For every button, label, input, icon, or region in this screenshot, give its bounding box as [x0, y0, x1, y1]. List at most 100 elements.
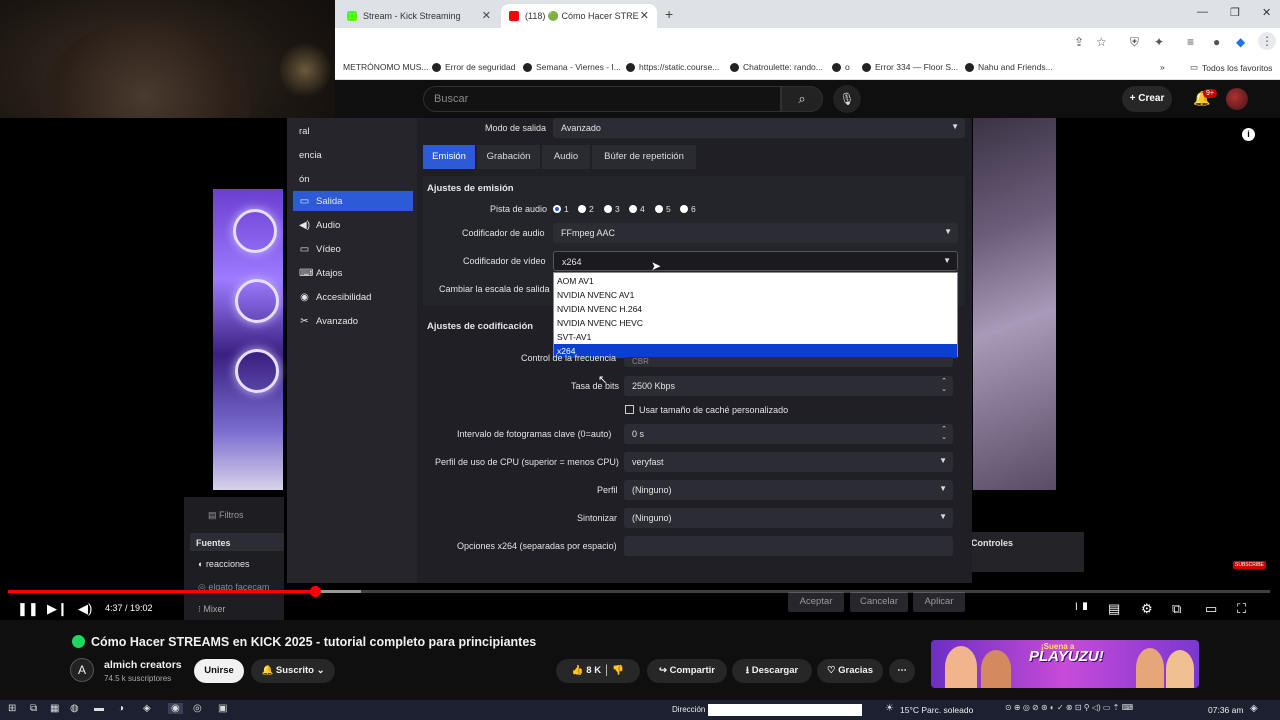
- sidebar-item-stream[interactable]: encia: [293, 145, 413, 165]
- folder-icon[interactable]: ▬: [94, 703, 104, 714]
- video-encoder-select[interactable]: x264 ▼: [553, 251, 958, 271]
- search-input[interactable]: Buscar: [423, 86, 781, 112]
- cancel-button[interactable]: Cancelar: [850, 592, 908, 612]
- dropdown-option[interactable]: NVIDIA NVENC H.264: [554, 302, 957, 316]
- dropdown-option[interactable]: NVIDIA NVENC AV1: [554, 288, 957, 302]
- rate-control-select[interactable]: CBR: [624, 357, 953, 367]
- sidebar-item-accessibility[interactable]: ◉ Accesibilidad: [293, 287, 413, 307]
- accept-button[interactable]: Aceptar: [788, 592, 844, 612]
- theater-mode-icon[interactable]: ▭: [1205, 601, 1217, 617]
- thanks-button[interactable]: ♡ Gracias: [817, 659, 883, 683]
- obs-icon[interactable]: ◎: [193, 703, 202, 714]
- create-button[interactable]: + Crear: [1122, 86, 1172, 112]
- scrubber-handle[interactable]: [310, 586, 321, 597]
- audio-encoder-select[interactable]: FFmpeg AAC ▼: [553, 223, 958, 243]
- autoplay-toggle[interactable]: ⏽▮: [1072, 601, 1089, 614]
- windows-start-icon[interactable]: ⊞: [8, 703, 16, 714]
- pause-icon[interactable]: ❚❚: [17, 601, 39, 617]
- avatar[interactable]: [1226, 88, 1248, 110]
- sidebar-item-video[interactable]: ▭ Vídeo: [293, 239, 413, 259]
- audio-track-radio[interactable]: 1: [553, 204, 569, 214]
- edge-icon[interactable]: ◍: [70, 703, 79, 714]
- dropdown-option[interactable]: SVT-AV1: [554, 330, 957, 344]
- like-dislike-group[interactable]: 👍 8 K │ 👎: [556, 659, 640, 683]
- weather-text[interactable]: 15°C Parc. soleado: [900, 705, 973, 715]
- close-icon[interactable]: ✕: [482, 9, 491, 22]
- more-actions-button[interactable]: ⋯: [889, 659, 915, 683]
- menu-kebab-icon[interactable]: ⋮: [1258, 32, 1276, 50]
- chrome-icon[interactable]: ◉: [168, 703, 183, 714]
- tune-select[interactable]: (Ninguno) ▼: [624, 508, 953, 528]
- profile-icon[interactable]: ●: [1213, 35, 1220, 49]
- sidebar-item-hotkeys[interactable]: ⌨ Atajos: [293, 263, 413, 283]
- bookmark-item[interactable]: Error 334 — Floor S...: [862, 62, 958, 72]
- download-button[interactable]: ⭳ Descargar: [732, 659, 812, 683]
- audio-track-radio[interactable]: 4: [629, 204, 645, 214]
- cpu-preset-select[interactable]: veryfast ▼: [624, 452, 953, 472]
- bookmark-item[interactable]: METRÓNOMO MUS...: [343, 62, 428, 72]
- sidebar-item-general[interactable]: ral: [293, 121, 413, 141]
- ad-banner[interactable]: ¡Suena a PLAYUZU!: [931, 640, 1199, 688]
- bitrate-spinbox[interactable]: 2500 Kbps ⌃ ⌄: [624, 376, 953, 396]
- cast-icon[interactable]: ⇪: [1074, 35, 1084, 49]
- close-window-icon[interactable]: ✕: [1262, 6, 1271, 19]
- close-icon[interactable]: ✕: [640, 9, 649, 22]
- new-tab-icon[interactable]: +: [665, 6, 673, 22]
- audio-track-radio[interactable]: 5: [655, 204, 671, 214]
- audio-track-radio[interactable]: 3: [604, 204, 620, 214]
- dropdown-option[interactable]: AOM AV1: [554, 274, 957, 288]
- subtitles-icon[interactable]: ▤: [1108, 601, 1120, 617]
- bookmark-item[interactable]: Chatroulette: rando...: [730, 62, 823, 72]
- apply-button[interactable]: Aplicar: [913, 592, 965, 612]
- sidebar-item-advanced[interactable]: ✂ Avanzado: [293, 311, 413, 331]
- spin-arrows-icon[interactable]: ⌃ ⌄: [941, 378, 947, 394]
- keyframe-spinbox[interactable]: 0 s ⌃ ⌄: [624, 424, 953, 444]
- maximize-icon[interactable]: ❐: [1230, 6, 1240, 19]
- sidebar-item-output[interactable]: ▭ Salida: [293, 191, 413, 211]
- audio-track-radio[interactable]: 6: [680, 204, 696, 214]
- output-mode-select[interactable]: Avanzado ▼: [553, 118, 965, 138]
- tab-replay-buffer[interactable]: Búfer de repetición: [592, 145, 696, 169]
- audio-track-radio[interactable]: 2: [578, 204, 594, 214]
- settings-gear-icon[interactable]: ⚙: [1141, 601, 1153, 617]
- minimize-icon[interactable]: —: [1197, 6, 1208, 18]
- tab-audio[interactable]: Audio: [542, 145, 590, 169]
- address-toolbar-input[interactable]: [708, 704, 862, 716]
- system-tray-icons[interactable]: ⊙ ⊕ ◎ ⊘ ⊛ ◐ ✓ ⊗ ⊡ ⚲ ◁) ▭ ⇡ ⌨: [1005, 703, 1133, 712]
- filters-label[interactable]: ▤ Filtros: [208, 510, 244, 521]
- extensions-icon[interactable]: ✦: [1154, 35, 1164, 49]
- encoder-dropdown-list[interactable]: AOM AV1 NVIDIA NVENC AV1 NVIDIA NVENC H.…: [553, 272, 958, 358]
- subscribe-watermark[interactable]: SUBSCRIBE: [1233, 561, 1266, 569]
- browser-tab-kick[interactable]: Stream - Kick Streaming ✕: [339, 4, 499, 28]
- taskbar-app-icon[interactable]: ◈: [143, 703, 151, 714]
- join-button[interactable]: Unirse: [194, 659, 244, 683]
- bookmark-item[interactable]: o: [832, 62, 850, 72]
- share-button[interactable]: ↪ Compartir: [647, 659, 727, 683]
- spin-arrows-icon[interactable]: ⌃ ⌄: [941, 426, 947, 442]
- taskbar-app-icon[interactable]: ▦: [50, 703, 59, 714]
- mic-button[interactable]: 🎙: [833, 85, 861, 113]
- tab-recording[interactable]: Grabación: [477, 145, 540, 169]
- browser-tab-youtube[interactable]: (118) 🟢 Cómo Hacer STRE ✕: [501, 4, 657, 28]
- fullscreen-icon[interactable]: ⛶: [1237, 601, 1246, 617]
- channel-name[interactable]: almich creators: [104, 659, 182, 671]
- sidebar-item-output-partial[interactable]: ón: [293, 169, 413, 189]
- clock[interactable]: 07:36 am: [1208, 705, 1243, 715]
- bookmark-item[interactable]: Error de seguridad: [432, 62, 515, 72]
- source-item[interactable]: ◐ reacciones: [198, 559, 249, 569]
- tab-stream[interactable]: Emisión: [423, 145, 475, 169]
- miniplayer-icon[interactable]: ⧉: [1172, 601, 1181, 617]
- profile-select[interactable]: (Ninguno) ▼: [624, 480, 953, 500]
- dropdown-option[interactable]: NVIDIA NVENC HEVC: [554, 316, 957, 330]
- info-icon[interactable]: i: [1242, 128, 1255, 141]
- bookmark-star-icon[interactable]: ☆: [1096, 35, 1107, 49]
- notification-icon[interactable]: ◈: [1250, 703, 1258, 714]
- x264-options-input[interactable]: [624, 536, 953, 556]
- all-bookmarks[interactable]: ▭ Todos los favoritos: [1190, 62, 1272, 73]
- bookmarks-overflow-icon[interactable]: »: [1160, 62, 1165, 72]
- custom-buffer-checkbox[interactable]: [625, 405, 634, 414]
- bookmark-item[interactable]: Semana - Viernes - I...: [523, 62, 621, 72]
- next-icon[interactable]: ▶❙: [47, 601, 68, 617]
- media-icon[interactable]: ≡: [1187, 35, 1194, 49]
- task-view-icon[interactable]: ⧉: [30, 703, 37, 714]
